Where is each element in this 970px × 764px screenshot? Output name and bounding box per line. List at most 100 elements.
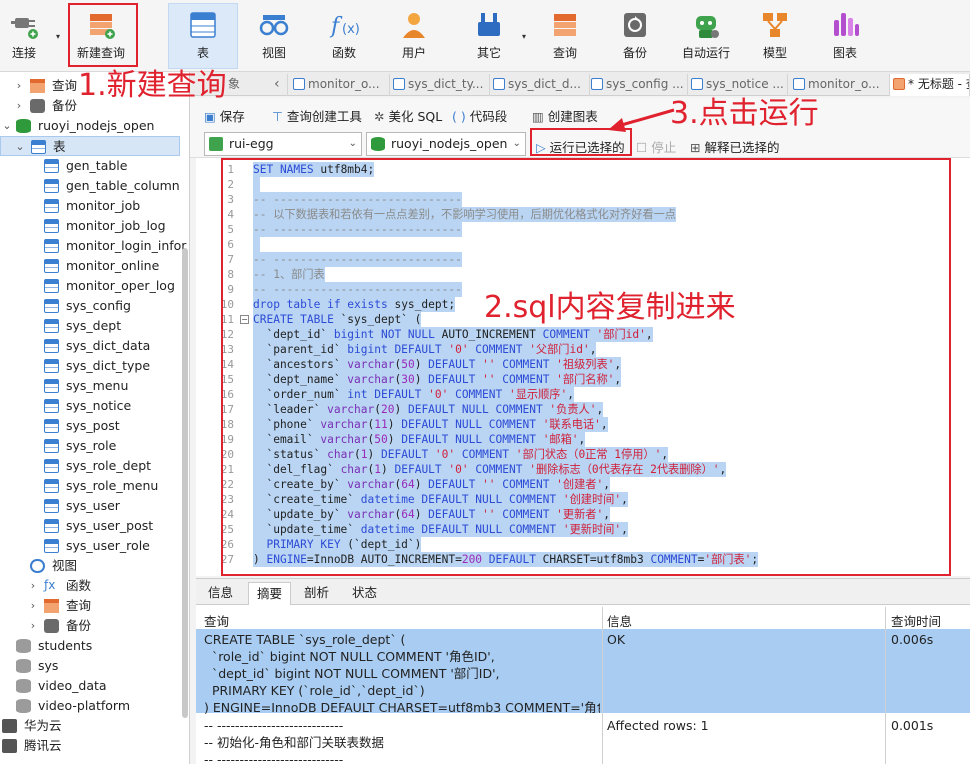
- table-icon: [44, 379, 59, 393]
- result-info-cell: Affected rows: 1: [607, 718, 709, 733]
- sidebar-item[interactable]: students: [0, 636, 180, 656]
- cloud-icon: [2, 719, 17, 733]
- sidebar-item[interactable]: monitor_online: [0, 256, 180, 276]
- sidebar-item[interactable]: sys_notice: [0, 396, 180, 416]
- tab-item[interactable]: sys_dict_d...: [490, 74, 590, 96]
- function-button[interactable]: f (x) 函数: [320, 4, 368, 68]
- chevron-right-icon[interactable]: ›: [28, 616, 38, 636]
- auto-run-button[interactable]: 自动运行: [678, 4, 734, 68]
- create-chart-button[interactable]: ▥ 创建图表: [532, 106, 598, 125]
- sidebar-item[interactable]: sys_user_post: [0, 516, 180, 536]
- sidebar-item[interactable]: monitor_login_infor: [0, 236, 186, 256]
- sidebar-item[interactable]: sys_config: [0, 296, 180, 316]
- sidebar-item[interactable]: sys_dict_data: [0, 336, 180, 356]
- tab-item[interactable]: sys_dict_ty...: [390, 74, 490, 96]
- sidebar-item[interactable]: sys_dept: [0, 316, 180, 336]
- create-chart-label: 创建图表: [547, 109, 598, 124]
- query-button[interactable]: 查询: [540, 4, 590, 68]
- sidebar-item[interactable]: 华为云: [0, 716, 180, 736]
- query-toolbar: ▣ 保存 ⊤ 查询创建工具 ✲ 美化 SQL ( ) 代码段 ▥ 创建图表: [190, 98, 970, 128]
- table-icon: [44, 439, 59, 453]
- result-tab[interactable]: 状态: [344, 582, 385, 605]
- model-button[interactable]: 模型: [752, 4, 798, 68]
- sidebar-item[interactable]: sys_role: [0, 436, 180, 456]
- sidebar-item[interactable]: monitor_oper_log: [0, 276, 180, 296]
- sidebar-item[interactable]: sys_user_role: [0, 536, 180, 556]
- column-header-time[interactable]: 查询时间: [891, 611, 941, 630]
- chevron-right-icon[interactable]: ›: [14, 76, 24, 96]
- backup-icon: [618, 8, 652, 42]
- user-button[interactable]: 用户: [390, 4, 438, 68]
- tab-active-untitled[interactable]: * 无标题 - 查: [890, 74, 970, 96]
- connect-dropdown-icon[interactable]: ▾: [56, 32, 60, 41]
- backup-button[interactable]: 备份: [612, 4, 658, 68]
- sidebar-item[interactable]: monitor_job_log: [0, 216, 180, 236]
- connection-select[interactable]: rui-egg ⌄: [204, 132, 362, 156]
- snippet-button[interactable]: ( ) 代码段: [452, 106, 507, 125]
- query-tab-icon: [893, 78, 905, 90]
- sidebar-item[interactable]: sys_role_dept: [0, 456, 180, 476]
- tab-partial[interactable]: 象: [226, 74, 270, 96]
- sidebar-item[interactable]: sys_menu: [0, 376, 180, 396]
- result-tab[interactable]: 摘要: [248, 582, 292, 605]
- table-icon: [44, 259, 59, 273]
- plug-icon: [7, 8, 41, 42]
- chevron-right-icon[interactable]: ›: [28, 576, 38, 596]
- column-header-info[interactable]: 信息: [607, 611, 632, 630]
- sidebar-item[interactable]: sys_role_menu: [0, 476, 180, 496]
- connection-value: rui-egg: [229, 136, 274, 151]
- sidebar-item[interactable]: › 备份: [0, 616, 180, 636]
- sidebar-item[interactable]: sys_post: [0, 416, 180, 436]
- table-icon: [44, 539, 59, 553]
- sidebar-item[interactable]: › 查询: [0, 596, 180, 616]
- sidebar-item[interactable]: sys_dict_type: [0, 356, 180, 376]
- result-tab[interactable]: 剖析: [296, 582, 337, 605]
- chevron-down-icon[interactable]: ⌄: [2, 116, 12, 136]
- sidebar-item[interactable]: video-platform: [0, 696, 180, 716]
- sidebar-scrollbar[interactable]: [182, 248, 188, 718]
- result-info-cell: OK: [607, 632, 626, 647]
- sidebar-item[interactable]: gen_table_column: [0, 176, 180, 196]
- table-icon: [591, 78, 603, 90]
- other-dropdown-icon[interactable]: ▾: [522, 32, 526, 41]
- chevron-right-icon[interactable]: ›: [14, 96, 24, 116]
- result-tab[interactable]: 信息: [200, 582, 241, 605]
- sidebar-item[interactable]: ⌄ ruoyi_nodejs_open: [0, 116, 180, 136]
- stop-button[interactable]: ☐ 停止: [636, 137, 676, 156]
- sidebar-item[interactable]: sys: [0, 656, 180, 676]
- beautify-sql-button[interactable]: ✲ 美化 SQL: [374, 106, 442, 125]
- tools-icon: [472, 8, 506, 42]
- chart-button[interactable]: 图表: [822, 4, 868, 68]
- chevron-down-icon[interactable]: ⌄: [15, 137, 25, 157]
- database-select[interactable]: ruoyi_nodejs_open ⌄: [366, 132, 526, 156]
- sidebar-item[interactable]: ⌄ 表: [0, 136, 180, 156]
- query-builder-button[interactable]: ⊤ 查询创建工具: [272, 106, 362, 125]
- table-icon: [31, 140, 46, 154]
- table-icon: [44, 279, 59, 293]
- cloud-icon: [2, 739, 17, 753]
- sidebar-item[interactable]: › ƒx 函数: [0, 576, 180, 596]
- sidebar-item-label: 表: [53, 139, 66, 154]
- result-time-cell: 0.001s: [891, 718, 934, 733]
- other-button[interactable]: 其它: [466, 4, 512, 68]
- sidebar-item[interactable]: gen_table: [0, 156, 180, 176]
- explain-selected-button[interactable]: ⊞ 解释已选择的: [690, 137, 779, 156]
- table-icon: [44, 359, 59, 373]
- chevron-right-icon[interactable]: ›: [28, 596, 38, 616]
- stop-label: 停止: [651, 140, 677, 155]
- query-builder-label: 查询创建工具: [286, 109, 362, 124]
- view-button[interactable]: 视图: [250, 4, 298, 68]
- column-header-query[interactable]: 查询: [204, 611, 229, 630]
- function-icon: ƒx: [44, 578, 56, 592]
- tab-item[interactable]: monitor_o...: [290, 74, 390, 96]
- sidebar-item[interactable]: sys_user: [0, 496, 180, 516]
- sidebar-item[interactable]: monitor_job: [0, 196, 180, 216]
- sidebar-item[interactable]: 视图: [0, 556, 180, 576]
- sidebar-item[interactable]: video_data: [0, 676, 180, 696]
- sidebar-item-label: sys_notice: [66, 398, 132, 413]
- tab-scroll-left-icon[interactable]: ‹: [270, 74, 288, 96]
- save-button[interactable]: ▣ 保存: [204, 106, 245, 125]
- navigation-sidebar: › 查询 › 备份 ⌄ ruoyi_nodejs_open ⌄ 表 gen_table gen_t…: [0, 72, 190, 764]
- connect-button[interactable]: 连接: [2, 4, 46, 68]
- sidebar-item[interactable]: 腾讯云: [0, 736, 180, 756]
